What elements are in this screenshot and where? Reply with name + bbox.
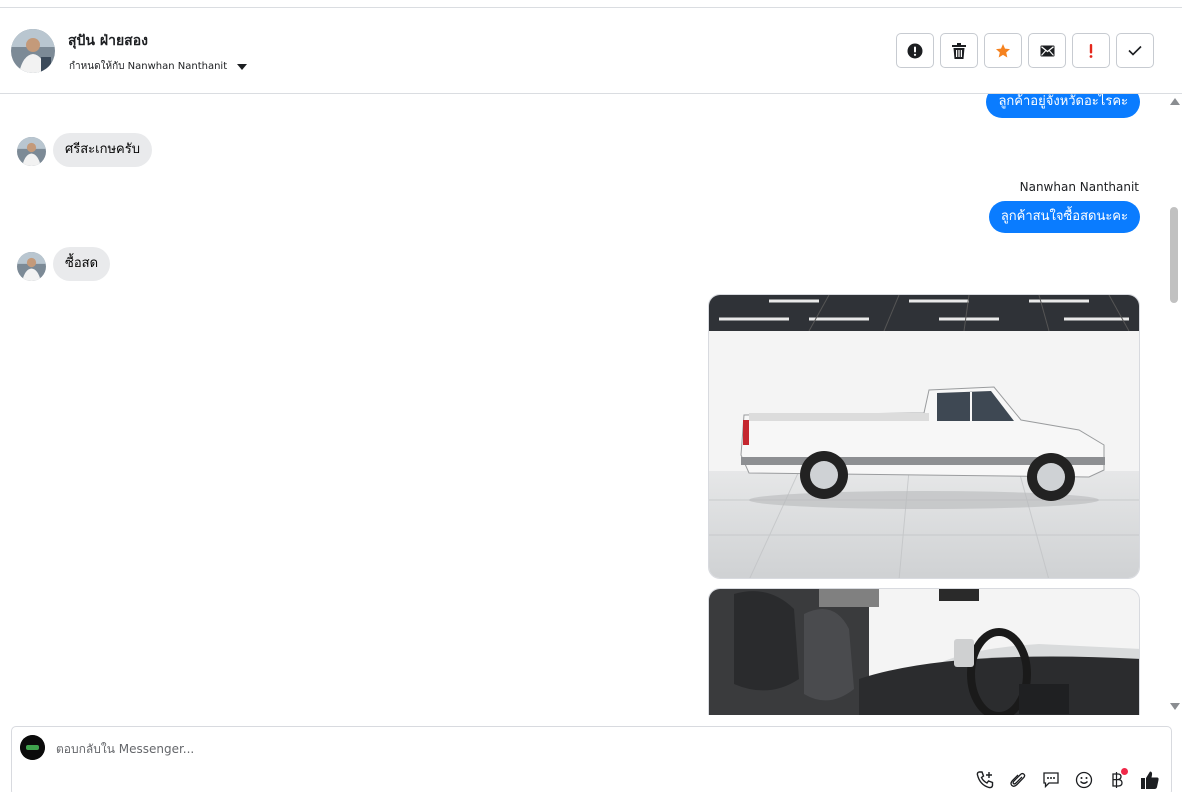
incoming-message[interactable]: ศรีสะเกษครับ	[53, 133, 152, 167]
thread-scrollbar[interactable]	[1166, 94, 1182, 715]
emoji-button[interactable]	[1073, 769, 1095, 791]
star-button[interactable]	[984, 33, 1022, 68]
reply-input[interactable]	[56, 740, 656, 758]
outgoing-message[interactable]: ลูกค้าสนใจซื้อสดนะคะ	[988, 201, 1140, 233]
check-icon	[1128, 45, 1142, 56]
mark-spam-button[interactable]	[896, 33, 934, 68]
spam-alert-icon	[907, 43, 923, 58]
conversation-header: สุปัน ฝ่ายสอง กำหนดให้กับ Nanwhan Nantha…	[0, 8, 1182, 94]
delete-button[interactable]	[940, 33, 978, 68]
photo-attachment[interactable]	[708, 588, 1140, 715]
mark-important-button[interactable]	[1072, 33, 1110, 68]
contact-avatar-small	[17, 137, 46, 166]
thumbs-up-icon	[1141, 771, 1159, 789]
conversation-toolbar	[896, 33, 1154, 68]
star-icon	[996, 43, 1010, 57]
top-strip	[0, 0, 1182, 8]
message-thread: ลูกค้าอยู่จังหวัดอะไรคะ ศรีสะเกษครับ Nan…	[0, 94, 1166, 715]
inbox-conversation-view: สุปัน ฝ่ายสอง กำหนดให้กับ Nanwhan Nantha…	[0, 0, 1182, 792]
payment-button[interactable]	[1106, 768, 1128, 791]
call-add-icon	[976, 771, 994, 789]
paperclip-icon	[1010, 772, 1026, 787]
pickup-truck-photo	[709, 295, 1139, 578]
attach-button[interactable]	[1007, 769, 1029, 791]
trash-icon	[952, 42, 966, 59]
scroll-down-arrow-icon[interactable]	[1170, 703, 1180, 710]
mark-unread-button[interactable]	[1028, 33, 1066, 68]
send-like-button[interactable]	[1139, 769, 1161, 791]
saved-replies-button[interactable]	[1040, 769, 1062, 791]
incoming-message[interactable]: ซื้อสด	[53, 247, 111, 281]
exclamation-icon	[1089, 43, 1093, 58]
mark-done-button[interactable]	[1116, 33, 1154, 68]
page-avatar	[20, 735, 45, 760]
outgoing-message[interactable]: ลูกค้าอยู่จังหวัดอะไรคะ	[986, 94, 1140, 118]
assign-dropdown[interactable]: กำหนดให้กับ Nanwhan Nanthanit	[69, 59, 248, 74]
caret-down-icon	[237, 63, 248, 70]
reply-composer	[11, 726, 1172, 792]
assigned-to-label: กำหนดให้กับ Nanwhan Nanthanit	[69, 61, 228, 72]
envelope-icon	[1040, 45, 1054, 56]
scroll-up-arrow-icon[interactable]	[1170, 98, 1180, 105]
scrollbar-thumb[interactable]	[1170, 207, 1178, 303]
truck-interior-photo	[709, 589, 1139, 715]
chat-bubble-icon	[1043, 772, 1059, 789]
contact-avatar[interactable]	[11, 29, 55, 73]
photo-attachment[interactable]	[708, 294, 1140, 579]
notification-dot	[1121, 768, 1128, 775]
call-button[interactable]	[974, 769, 996, 791]
contact-name: สุปัน ฝ่ายสอง	[68, 33, 148, 49]
composer-toolbar	[974, 768, 1161, 791]
contact-avatar-small	[17, 252, 46, 281]
emoji-icon	[1075, 771, 1093, 789]
sender-name: Nanwhan Nanthanit	[1019, 180, 1139, 194]
